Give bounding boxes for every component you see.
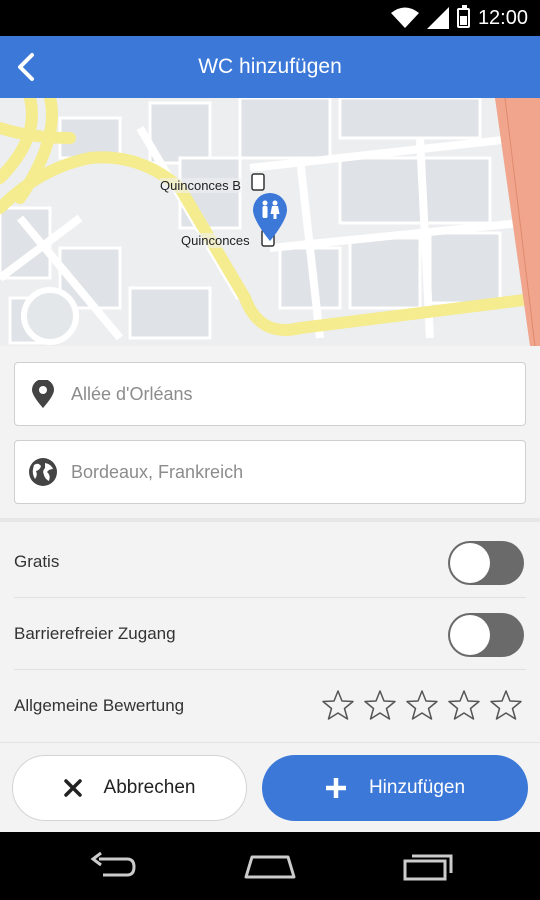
globe-icon <box>15 457 71 487</box>
accessible-toggle[interactable] <box>448 613 524 657</box>
city-input-text: Bordeaux, Frankreich <box>71 461 244 482</box>
add-button-label: Hinzufügen <box>368 777 466 798</box>
status-bar: 12:00 <box>0 0 540 36</box>
star-icon[interactable] <box>364 689 396 721</box>
star-icon[interactable] <box>448 689 480 721</box>
city-field[interactable]: Bordeaux, Frankreich <box>14 440 526 504</box>
nav-home-button[interactable] <box>240 846 300 886</box>
rating-stars <box>322 689 522 721</box>
street-input-text: Allée d'Orléans <box>71 383 193 404</box>
option-rating-row: Allgemeine Bewertung <box>0 670 540 742</box>
nav-back-icon <box>90 851 136 877</box>
star-icon[interactable] <box>322 689 354 721</box>
close-icon <box>63 779 82 797</box>
star-icon[interactable] <box>406 689 438 721</box>
plus-icon <box>325 777 347 799</box>
location-pin-icon <box>15 380 71 408</box>
action-bar: Abbrechen Hinzufügen <box>0 742 540 832</box>
app-bar: WC hinzufügen <box>0 36 540 98</box>
option-free-row: Gratis <box>0 526 540 598</box>
map-label-quinconces: Quinconces <box>181 233 250 248</box>
status-time: 12:00 <box>477 6 528 29</box>
cancel-button-label: Abbrechen <box>103 777 196 798</box>
nav-recents-icon <box>403 854 453 881</box>
free-label: Gratis <box>14 552 60 571</box>
toilet-marker-icon[interactable] <box>253 193 287 241</box>
free-toggle[interactable] <box>448 541 524 585</box>
cancel-button[interactable]: Abbrechen <box>12 755 247 821</box>
nav-back-button[interactable] <box>82 846 142 886</box>
system-nav-bar <box>0 832 540 900</box>
rating-label: Allgemeine Bewertung <box>14 696 185 715</box>
star-icon[interactable] <box>490 689 522 721</box>
add-button[interactable]: Hinzufügen <box>262 755 528 821</box>
status-icons: 12:00 <box>390 5 528 30</box>
accessible-label: Barrierefreier Zugang <box>14 624 176 643</box>
street-field[interactable]: Allée d'Orléans <box>14 362 526 426</box>
page-title: WC hinzufügen <box>198 55 342 78</box>
battery-icon <box>456 5 470 28</box>
nav-recents-button[interactable] <box>398 846 458 886</box>
signal-icon <box>426 7 449 29</box>
map-label-quinconces-b: Quinconces B <box>160 178 241 193</box>
nav-home-icon <box>244 855 296 879</box>
form-content: Allée d'Orléans Bordeaux, Frankreich Gra… <box>0 346 540 832</box>
toggle-knob <box>450 543 490 583</box>
section-divider <box>0 518 540 522</box>
address-fields: Allée d'Orléans Bordeaux, Frankreich <box>0 346 540 518</box>
map-view[interactable]: Quinconces B Quinconces <box>0 98 540 346</box>
wifi-icon <box>390 7 419 28</box>
option-accessible-row: Barrierefreier Zugang <box>0 598 540 670</box>
toggle-knob <box>450 615 490 655</box>
